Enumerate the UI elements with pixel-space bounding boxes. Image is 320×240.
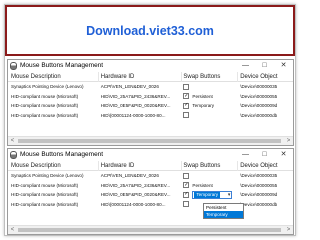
- minimize-button[interactable]: —: [236, 60, 255, 71]
- mouse-description-cell: HID-compliant mouse (Microsoft): [11, 201, 79, 207]
- hardware-id-cell: ACPI\VEN_LEN&DEV_0026: [100, 173, 159, 179]
- hardware-id-cell: ACPI\VEN_LEN&DEV_0026: [100, 84, 159, 90]
- table-row[interactable]: HID-compliant mouse (Microsoft) HID\VID_2…: [8, 181, 293, 191]
- column-header: Mouse Description Hardware ID Swap Butto…: [8, 71, 293, 82]
- screenshot-frame: Download.viet33.com Mouse Buttons Manage…: [4, 4, 296, 236]
- maximize-button[interactable]: □: [255, 149, 274, 160]
- swap-mode-dropdown-list[interactable]: Persistent Temporary: [203, 203, 244, 219]
- table-row[interactable]: HID-compliant mouse (Microsoft) HID\{0000…: [8, 111, 293, 121]
- hardware-id-cell: HID\{00001124-0000-1000-80...: [100, 112, 166, 118]
- col-hardware-id[interactable]: Hardware ID: [99, 71, 183, 82]
- mouse-icon: [10, 61, 17, 70]
- mouse-description-cell: HID-compliant mouse (Microsoft): [11, 93, 79, 99]
- mouse-description-cell: Synaptics Pointing Device (Lenovo): [11, 84, 84, 90]
- swap-checkbox[interactable]: [183, 201, 190, 208]
- hardware-id-cell: HID\VID_25A7&PID_2436&REV...: [100, 93, 171, 99]
- swap-buttons-cell: ✓ Temporary ▾: [182, 190, 238, 199]
- swap-checkbox[interactable]: ✓: [183, 102, 190, 109]
- maximize-button[interactable]: □: [255, 60, 274, 71]
- scroll-left-arrow-icon[interactable]: <: [8, 226, 17, 234]
- device-list: Synaptics Pointing Device (Lenovo) ACPI\V…: [8, 171, 293, 209]
- swap-checkbox[interactable]: [183, 83, 190, 90]
- table-row[interactable]: HID-compliant mouse (Microsoft) HID\VID_2…: [8, 92, 293, 102]
- device-object-cell: \Device\0000009d: [240, 103, 278, 109]
- hardware-id-cell: HID\{00001124-0000-1000-80...: [100, 201, 166, 207]
- col-hardware-id[interactable]: Hardware ID: [99, 160, 183, 171]
- swap-checkbox[interactable]: ✓: [183, 182, 190, 189]
- chevron-down-icon[interactable]: ▾: [228, 192, 231, 199]
- title-bar: Mouse Buttons Management — □ ✕: [8, 60, 293, 71]
- scroll-left-arrow-icon[interactable]: <: [8, 137, 17, 145]
- table-row[interactable]: Synaptics Pointing Device (Lenovo) ACPI\V…: [8, 82, 293, 92]
- swap-checkbox[interactable]: ✓: [183, 93, 190, 100]
- table-row[interactable]: HID-compliant mouse (Microsoft) HID\VID_0…: [8, 190, 293, 200]
- table-row[interactable]: Synaptics Pointing Device (Lenovo) ACPI\V…: [8, 171, 293, 181]
- mouse-icon: [10, 150, 17, 159]
- col-mouse-description[interactable]: Mouse Description: [8, 160, 99, 171]
- mouse-description-cell: HID-compliant mouse (Microsoft): [11, 192, 79, 198]
- watermark-banner: Download.viet33.com: [5, 5, 295, 56]
- swap-buttons-cell: [182, 83, 238, 90]
- hardware-id-cell: HID\VID_25A7&PID_2436&REV...: [100, 182, 171, 188]
- table-row[interactable]: HID-compliant mouse (Microsoft) HID\VID_0…: [8, 101, 293, 111]
- device-list: Synaptics Pointing Device (Lenovo) ACPI\V…: [8, 82, 293, 120]
- horizontal-scrollbar[interactable]: < >: [8, 136, 293, 145]
- device-object-cell: \Device\00000055: [240, 93, 278, 99]
- minimize-button[interactable]: —: [236, 149, 255, 160]
- window-title: Mouse Buttons Management: [20, 151, 104, 158]
- col-swap-buttons[interactable]: Swap Buttons: [182, 160, 239, 171]
- column-header: Mouse Description Hardware ID Swap Butto…: [8, 160, 293, 171]
- swap-mode-select[interactable]: Temporary ▾: [192, 190, 233, 199]
- mouse-description-cell: HID-compliant mouse (Microsoft): [11, 112, 79, 118]
- swap-checkbox[interactable]: [183, 172, 190, 179]
- scroll-thumb[interactable]: [18, 139, 281, 143]
- swap-checkbox[interactable]: [183, 112, 190, 119]
- swap-buttons-cell: ✓ Temporary: [182, 102, 238, 109]
- title-bar: Mouse Buttons Management — □ ✕: [8, 149, 293, 160]
- device-object-cell: \Device\00000055: [240, 182, 278, 188]
- hardware-id-cell: HID\VID_0E5F&PID_0020&REV...: [100, 192, 171, 198]
- swap-mode-text: Persistent: [192, 93, 213, 99]
- banner-text: Download.viet33.com: [86, 23, 214, 38]
- mouse-description-cell: HID-compliant mouse (Microsoft): [11, 182, 79, 188]
- swap-mode-value: Temporary: [194, 191, 221, 198]
- scroll-right-arrow-icon[interactable]: >: [284, 226, 293, 234]
- device-object-cell: \Device\000000db: [240, 112, 278, 118]
- col-device-object[interactable]: Device Object: [238, 72, 293, 82]
- device-object-cell: \Device\0000009d: [240, 192, 278, 198]
- scroll-right-arrow-icon[interactable]: >: [284, 137, 293, 145]
- hardware-id-cell: HID\VID_0E5F&PID_0020&REV...: [100, 103, 171, 109]
- mouse-description-cell: Synaptics Pointing Device (Lenovo): [11, 173, 84, 179]
- swap-buttons-cell: ✓ Persistent: [182, 93, 238, 100]
- col-swap-buttons[interactable]: Swap Buttons: [182, 71, 239, 82]
- col-device-object[interactable]: Device Object: [238, 161, 293, 171]
- swap-mode-text: Persistent: [192, 182, 213, 188]
- mouse-description-cell: HID-compliant mouse (Microsoft): [11, 103, 79, 109]
- mouse-buttons-window-2: Mouse Buttons Management — □ ✕ Mouse Des…: [7, 148, 294, 235]
- scroll-thumb[interactable]: [18, 228, 281, 232]
- col-mouse-description[interactable]: Mouse Description: [8, 71, 99, 82]
- dropdown-option-persistent[interactable]: Persistent: [204, 204, 243, 211]
- mouse-buttons-window-1: Mouse Buttons Management — □ ✕ Mouse Des…: [7, 59, 294, 146]
- swap-checkbox[interactable]: ✓: [183, 191, 190, 198]
- swap-buttons-cell: ✓ Persistent: [182, 182, 238, 189]
- device-object-cell: \Device\000000db: [240, 201, 278, 207]
- close-button[interactable]: ✕: [274, 149, 293, 160]
- window-title: Mouse Buttons Management: [20, 62, 104, 69]
- horizontal-scrollbar[interactable]: < >: [8, 225, 293, 234]
- swap-buttons-cell: [182, 172, 238, 179]
- swap-buttons-cell: [182, 112, 238, 119]
- dropdown-option-temporary[interactable]: Temporary: [204, 211, 243, 218]
- table-row[interactable]: HID-compliant mouse (Microsoft) HID\{0000…: [8, 200, 293, 210]
- device-object-cell: \Device\00000035: [240, 173, 278, 179]
- device-object-cell: \Device\00000035: [240, 84, 278, 90]
- close-button[interactable]: ✕: [274, 60, 293, 71]
- swap-mode-text: Temporary: [192, 103, 215, 109]
